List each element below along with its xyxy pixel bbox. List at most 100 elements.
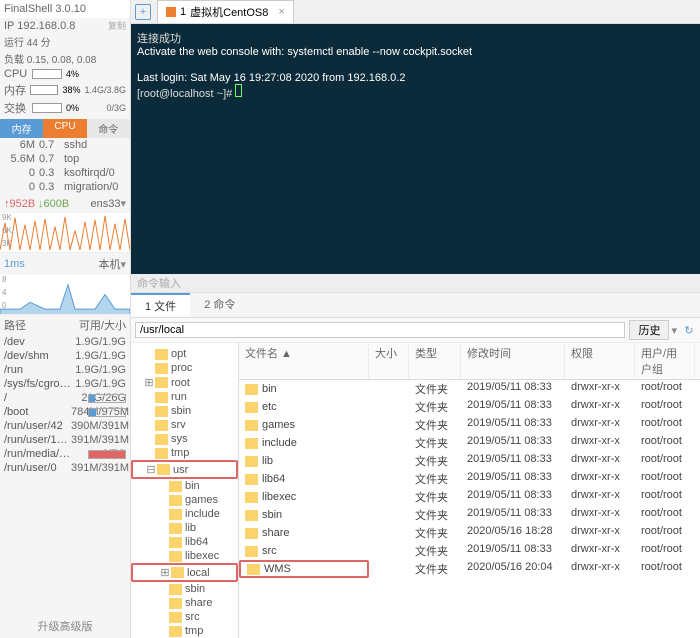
close-icon[interactable]: × <box>278 6 284 18</box>
disk-row[interactable]: /run/user/42390M/391M <box>0 419 130 433</box>
disk-row[interactable]: /run1.9G/1.9G <box>0 363 130 377</box>
tree-node-lib[interactable]: lib <box>131 521 238 535</box>
tree-node-lib64[interactable]: lib64 <box>131 535 238 549</box>
folder-icon <box>245 456 258 467</box>
file-listing: 文件名 ▲ 大小 类型 修改时间 权限 用户/用户组 bin 文件夹 2019/… <box>239 343 700 638</box>
swap-gauge: 交换 0% 0/3G <box>0 99 130 117</box>
cpu-gauge: CPU 4% <box>0 67 130 81</box>
file-row[interactable]: src 文件夹 2019/05/11 08:33 drwxr-xr-x root… <box>239 542 700 560</box>
term-line: Last login: Sat May 16 19:27:08 2020 fro… <box>137 72 694 84</box>
file-row[interactable]: WMS 文件夹 2020/05/16 20:04 drwxr-xr-x root… <box>239 560 700 578</box>
tree-node-tmp[interactable]: tmp <box>131 446 238 460</box>
swap-val: 0/3G <box>106 103 126 113</box>
file-row[interactable]: lib64 文件夹 2019/05/11 08:33 drwxr-xr-x ro… <box>239 470 700 488</box>
mem-gauge: 内存 38% 1.4G/3.8G <box>0 81 130 99</box>
terminal[interactable]: 连接成功 Activate the web console with: syst… <box>131 24 700 274</box>
file-row[interactable]: etc 文件夹 2019/05/11 08:33 drwxr-xr-x root… <box>239 398 700 416</box>
folder-icon <box>171 567 184 578</box>
disk-row[interactable]: /run/user/1000391M/391M <box>0 433 130 447</box>
tree-node-proc[interactable]: proc <box>131 361 238 375</box>
file-row[interactable]: lib 文件夹 2019/05/11 08:33 drwxr-xr-x root… <box>239 452 700 470</box>
disk-row[interactable]: /boot784M/975M <box>0 405 130 419</box>
folder-icon <box>245 438 258 449</box>
tree-node-libexec[interactable]: libexec <box>131 549 238 563</box>
tab-cpu[interactable]: CPU <box>43 119 86 138</box>
tab-mem[interactable]: 内存 <box>0 119 43 138</box>
lat-host[interactable]: 本机 <box>98 256 120 272</box>
folder-icon <box>169 551 182 562</box>
tab-files[interactable]: 1 文件 <box>131 293 190 317</box>
disk-row[interactable]: /run/media/hellozyjs...0/7G <box>0 447 130 461</box>
tree-node-srv[interactable]: srv <box>131 418 238 432</box>
tree-node-src[interactable]: src <box>131 610 238 624</box>
copy-button[interactable]: 复制 <box>108 19 126 32</box>
folder-icon <box>169 612 182 623</box>
disk-row[interactable]: /21G/26G <box>0 391 130 405</box>
col-perm[interactable]: 权限 <box>565 343 635 379</box>
tree-node-tmp[interactable]: tmp <box>131 624 238 638</box>
tree-node-sys[interactable]: sys <box>131 432 238 446</box>
disk-row[interactable]: /dev/shm1.9G/1.9G <box>0 349 130 363</box>
history-button[interactable]: 历史 <box>629 320 669 340</box>
latency-val: 1ms <box>4 258 25 270</box>
cpu-pct: 4% <box>66 69 79 79</box>
file-row[interactable]: include 文件夹 2019/05/11 08:33 drwxr-xr-x … <box>239 434 700 452</box>
tree-node-root[interactable]: ⊞root <box>131 375 238 390</box>
session-tabs: + 1 虚拟机CentOS8 × <box>131 0 700 24</box>
col-date[interactable]: 修改时间 <box>461 343 565 379</box>
process-row[interactable]: 00.3ksoftirqd/0 <box>0 166 130 180</box>
app-title: FinalShell 3.0.10 <box>0 0 130 18</box>
disk-row[interactable]: /dev1.9G/1.9G <box>0 335 130 349</box>
tree-node-share[interactable]: share <box>131 596 238 610</box>
net-chart: 9K 6K 3K <box>0 213 130 253</box>
disk-row[interactable]: /sys/fs/cgroup1.9G/1.9G <box>0 377 130 391</box>
process-row[interactable]: 00.3migration/0 <box>0 180 130 194</box>
folder-icon <box>245 474 258 485</box>
folder-icon <box>169 537 182 548</box>
cursor-icon <box>235 84 242 97</box>
new-tab-button[interactable]: + <box>135 4 151 20</box>
folder-icon <box>157 464 170 475</box>
session-tab[interactable]: 1 虚拟机CentOS8 × <box>157 0 294 23</box>
folder-tree[interactable]: optproc⊞rootrunsbinsrvsystmp⊟usrbingames… <box>131 343 239 638</box>
process-row[interactable]: 6M0.7sshd <box>0 138 130 152</box>
tree-node-sbin[interactable]: sbin <box>131 404 238 418</box>
tree-node-local[interactable]: ⊞local <box>131 563 238 582</box>
ip-line: IP 192.168.0.8 复制 <box>0 18 130 33</box>
file-row[interactable]: libexec 文件夹 2019/05/11 08:33 drwxr-xr-x … <box>239 488 700 506</box>
sidebar: FinalShell 3.0.10 IP 192.168.0.8 复制 运行 4… <box>0 0 131 638</box>
tree-node-usr[interactable]: ⊟usr <box>131 460 238 479</box>
tree-node-sbin[interactable]: sbin <box>131 582 238 596</box>
folder-icon <box>155 434 168 445</box>
file-row[interactable]: sbin 文件夹 2019/05/11 08:33 drwxr-xr-x roo… <box>239 506 700 524</box>
iface-select[interactable]: ens33 <box>90 198 120 210</box>
file-row[interactable]: bin 文件夹 2019/05/11 08:33 drwxr-xr-x root… <box>239 380 700 398</box>
load: 负载 0.15, 0.08, 0.08 <box>0 50 130 67</box>
command-input[interactable]: 命令输入 <box>131 274 700 292</box>
process-row[interactable]: 5.6M0.7top <box>0 152 130 166</box>
file-row[interactable]: share 文件夹 2020/05/16 18:28 drwxr-xr-x ro… <box>239 524 700 542</box>
refresh-icon[interactable]: ↻ <box>682 324 696 337</box>
tab-cmd[interactable]: 命令 <box>87 119 130 138</box>
tree-node-opt[interactable]: opt <box>131 347 238 361</box>
mem-label: 内存 <box>4 82 26 98</box>
path-input[interactable]: /usr/local <box>135 322 625 338</box>
col-name[interactable]: 文件名 ▲ <box>239 343 369 379</box>
tree-node-include[interactable]: include <box>131 507 238 521</box>
col-type[interactable]: 类型 <box>409 343 461 379</box>
folder-icon <box>155 392 168 403</box>
col-size[interactable]: 大小 <box>369 343 409 379</box>
chevron-down-icon[interactable]: ▾ <box>671 324 677 337</box>
tree-node-bin[interactable]: bin <box>131 479 238 493</box>
upgrade-link[interactable]: 升级高级版 <box>0 614 130 638</box>
col-own[interactable]: 用户/用户组 <box>635 343 695 379</box>
disk-row[interactable]: /run/user/0391M/391M <box>0 461 130 475</box>
ip-text: IP 192.168.0.8 <box>4 20 75 32</box>
tab-num: 1 <box>180 6 186 18</box>
tab-commands[interactable]: 2 命令 <box>190 293 249 317</box>
folder-icon <box>245 546 258 557</box>
tree-node-run[interactable]: run <box>131 390 238 404</box>
tree-node-games[interactable]: games <box>131 493 238 507</box>
file-row[interactable]: games 文件夹 2019/05/11 08:33 drwxr-xr-x ro… <box>239 416 700 434</box>
runtime: 运行 44 分 <box>0 33 130 50</box>
